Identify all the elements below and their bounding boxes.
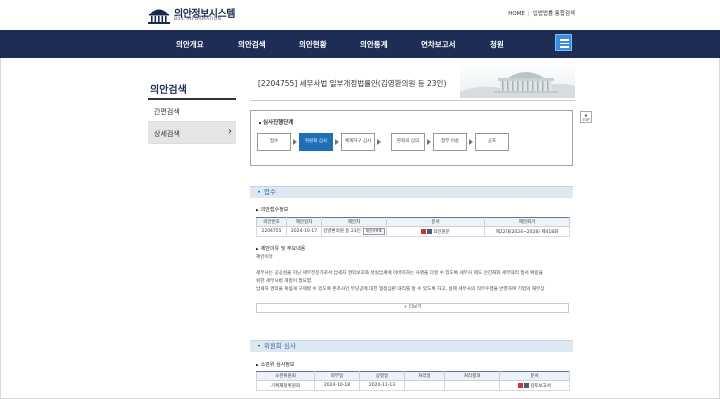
sidebar-title: 의안검색 bbox=[148, 76, 236, 100]
stage-panel-label: 심사진행단계 bbox=[259, 118, 293, 126]
proposal-date: 2024-10-17 bbox=[286, 226, 322, 237]
nav-item-petition[interactable]: 청원 bbox=[490, 39, 504, 50]
column-header: 처리결과 bbox=[444, 371, 500, 381]
top-button-label: TOP bbox=[582, 118, 590, 122]
process-date bbox=[404, 380, 445, 391]
arrow-right-icon bbox=[427, 139, 431, 145]
stage-plenary[interactable]: 본회의 심의 bbox=[391, 133, 425, 151]
stage-reception[interactable]: 접수 bbox=[257, 133, 291, 151]
stage-legal-review[interactable]: 체계자구 심사 bbox=[341, 133, 375, 151]
column-header: 문서 bbox=[386, 217, 485, 227]
home-link[interactable]: HOME bbox=[508, 11, 525, 17]
reason-heading: 제안이유 bbox=[256, 255, 273, 260]
reception-info-label: 의안접수정보 bbox=[256, 206, 289, 213]
up-arrow-icon: ▲ bbox=[584, 113, 588, 117]
arrow-right-icon bbox=[469, 139, 473, 145]
bill-document-link[interactable]: 의안원문 bbox=[433, 230, 450, 235]
committee-name: 기획재정위원회 bbox=[256, 380, 315, 391]
document-cell: 의안원문 bbox=[386, 226, 485, 237]
bill-number: 2204755 bbox=[256, 226, 287, 237]
stage-promulgation[interactable]: 공포 bbox=[475, 133, 509, 151]
logo-subtitle: BILL INFORMATION bbox=[174, 17, 222, 22]
column-header: 문서 bbox=[499, 371, 570, 381]
table-row: 기획재정위원회 2024-10-18 2024-11-13 검토보고서 bbox=[256, 380, 570, 391]
column-header: 의안번호 bbox=[256, 217, 287, 227]
arrow-right-icon bbox=[377, 139, 381, 145]
hwp-file-icon[interactable] bbox=[427, 228, 433, 234]
agenda-date: 2024-11-13 bbox=[359, 380, 405, 391]
more-button[interactable]: + 더보기 bbox=[256, 303, 569, 313]
reason-line: 세무사는 공공성을 지닌 세무전문가로서 납세자 권익보호와 성실납세에 이바지… bbox=[256, 271, 543, 276]
hwp-file-icon[interactable] bbox=[524, 382, 530, 388]
column-header: 상정일 bbox=[359, 371, 405, 381]
sidebar-item-simple-search[interactable]: 간편검색 bbox=[148, 100, 236, 122]
sidebar-item-label: 상세검색 bbox=[154, 130, 180, 138]
nav-item-annual-report[interactable]: 연차보고서 bbox=[421, 39, 456, 50]
proposal-session: 제22대(2024~2028) 제418회 bbox=[484, 226, 570, 237]
hamburger-menu-icon[interactable] bbox=[555, 34, 572, 51]
column-header: 제안일자 bbox=[286, 217, 322, 227]
committee-info-label: 소관위 심사정보 bbox=[256, 361, 295, 368]
review-report-link[interactable]: 검토보고서 bbox=[530, 384, 551, 389]
table-row: 2204755 2024-10-17 김영환의원 등 23인 제안자목록 의안원문… bbox=[256, 226, 570, 237]
national-assembly-building-icon bbox=[460, 62, 575, 98]
reason-line: 위한 세무사법 개정이 필요함. bbox=[256, 279, 313, 284]
process-result bbox=[444, 380, 500, 391]
integrated-search-link[interactable]: 입법법률 통합검색 bbox=[533, 11, 575, 17]
arrow-right-icon bbox=[293, 139, 297, 145]
column-header: 제안자 bbox=[321, 217, 387, 227]
sidebar: 의안검색 간편검색 상세검색 › bbox=[148, 76, 236, 144]
column-header: 소관위원회 bbox=[256, 371, 315, 381]
scroll-top-button[interactable]: ▲ TOP bbox=[580, 111, 592, 123]
reception-table: 의안번호 제안일자 제안자 문서 제안회기 2204755 2024-10-17… bbox=[256, 217, 570, 237]
top-bar: 의안정보시스템 BILL INFORMATION HOME | 입법법률 통합검색 bbox=[0, 0, 720, 30]
table-header-row: 의안번호 제안일자 제안자 문서 제안회기 bbox=[256, 217, 570, 227]
reason-label: 제안이유 및 주요내용 bbox=[256, 245, 306, 252]
pdf-file-icon[interactable] bbox=[421, 228, 427, 234]
stage-committee-review[interactable]: 위원회 심사 bbox=[299, 133, 333, 151]
bill-title: [2204755] 세무사법 일부개정법률안(김영환의원 등 23인) bbox=[258, 79, 447, 88]
proposer-cell: 김영환의원 등 23인 제안자목록 bbox=[321, 226, 387, 237]
referral-date: 2024-10-18 bbox=[314, 380, 360, 391]
sidebar-item-label: 간편검색 bbox=[154, 108, 180, 116]
main-nav: 의안개요 의안검색 의안현황 의안통계 연차보고서 청원 bbox=[0, 30, 720, 58]
column-header: 회부일 bbox=[314, 371, 360, 381]
column-header: 처리일 bbox=[404, 371, 445, 381]
chevron-right-icon: › bbox=[228, 126, 232, 137]
column-header: 제안회기 bbox=[484, 217, 570, 227]
pdf-file-icon[interactable] bbox=[518, 382, 524, 388]
title-banner: [2204755] 세무사법 일부개정법률안(김영환의원 등 23인) bbox=[250, 62, 575, 98]
nav-item-overview[interactable]: 의안개요 bbox=[176, 39, 204, 50]
title-divider bbox=[250, 100, 575, 101]
reason-line: 납세자 권익을 폭넓게 구제할 수 있도록 존조사인 부당공에 대한 형정심판 … bbox=[256, 287, 545, 292]
committee-document-cell: 검토보고서 bbox=[499, 380, 570, 391]
assembly-building-icon bbox=[148, 9, 170, 24]
committee-table: 소관위원회 회부일 상정일 처리일 처리결과 문서 기획재정위원회 2024-1… bbox=[256, 371, 570, 391]
arrow-right-icon bbox=[335, 139, 339, 145]
committee-section-header: 위원회 심사 bbox=[250, 340, 573, 352]
review-stage-panel: 심사진행단계 접수 위원회 심사 체계자구 심사 본회의 심의 정부 이송 공포 bbox=[250, 110, 573, 166]
stage-government-transfer[interactable]: 정부 이송 bbox=[433, 133, 467, 151]
nav-item-statistics[interactable]: 의안통계 bbox=[360, 39, 388, 50]
top-links: HOME | 입법법률 통합검색 bbox=[508, 11, 575, 17]
proposer-list-button[interactable]: 제안자목록 bbox=[362, 228, 385, 235]
nav-item-status[interactable]: 의안현황 bbox=[299, 39, 327, 50]
site-logo[interactable]: 의안정보시스템 BILL INFORMATION bbox=[148, 5, 258, 25]
proposer: 김영환의원 등 23인 bbox=[323, 229, 361, 234]
table-header-row: 소관위원회 회부일 상정일 처리일 처리결과 문서 bbox=[256, 371, 570, 381]
reception-section-header: 접수 bbox=[250, 186, 573, 198]
nav-item-search[interactable]: 의안검색 bbox=[238, 39, 266, 50]
sidebar-item-detailed-search[interactable]: 상세검색 › bbox=[148, 122, 236, 144]
